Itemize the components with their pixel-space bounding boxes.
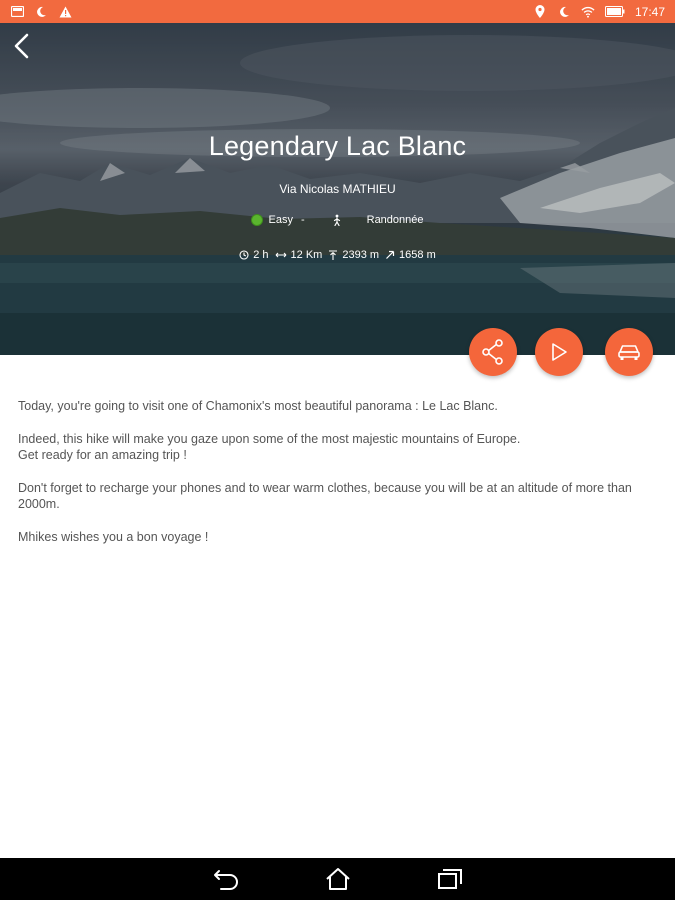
duration-value: 2 h — [253, 249, 269, 261]
recents-icon — [437, 869, 462, 889]
difficulty-label: Easy — [268, 214, 293, 226]
nav-home-button[interactable] — [324, 865, 352, 893]
description-paragraph: Today, you're going to visit one of Cham… — [18, 399, 498, 413]
max-elevation-stat: 2393 m — [328, 249, 379, 261]
activity-tag: Randonnée — [331, 214, 424, 226]
description-paragraph: Mhikes wishes you a bon voyage ! — [18, 529, 209, 544]
trail-title: Legendary Lac Blanc — [208, 131, 467, 161]
hiker-icon — [333, 214, 340, 226]
home-icon — [325, 868, 350, 890]
share-icon — [482, 339, 503, 365]
wifi-icon — [581, 5, 595, 19]
battery-icon — [604, 5, 625, 19]
status-bar: 17:47 — [0, 0, 675, 23]
ascent-arrow-icon — [386, 250, 395, 259]
location-icon — [533, 5, 547, 19]
difficulty-tag: Easy — [251, 214, 293, 226]
duration-stat: 2 h — [239, 249, 269, 261]
distance-stat: 12 Km — [275, 249, 323, 261]
nav-back-button[interactable] — [212, 865, 240, 893]
clock-icon — [239, 250, 249, 260]
chevron-left-icon — [14, 33, 29, 59]
nav-recents-button[interactable] — [436, 865, 464, 893]
trail-description: Today, you're going to visit one of Cham… — [18, 398, 658, 561]
play-button[interactable] — [535, 328, 583, 376]
moon-icon — [34, 5, 48, 19]
trail-author: Via Nicolas MATHIEU — [279, 182, 396, 196]
gallery-icon — [10, 5, 24, 19]
system-nav-bar — [0, 858, 675, 900]
description-paragraph: Indeed, this hike will make you gaze upo… — [18, 431, 521, 463]
moon-icon — [557, 5, 571, 19]
car-button[interactable] — [605, 328, 653, 376]
distance-value: 12 Km — [290, 249, 323, 261]
trail-stats: 2 h 12 Km 2393 m 1658 m — [0, 249, 675, 261]
share-button[interactable] — [469, 328, 517, 376]
difficulty-dot-icon — [251, 214, 264, 226]
warning-icon — [58, 5, 72, 19]
status-time: 17:47 — [634, 4, 665, 19]
elevation-gain-value: 1658 m — [399, 249, 436, 261]
tag-separator: - — [300, 214, 305, 226]
play-icon — [552, 343, 567, 361]
back-icon — [213, 870, 238, 890]
max-elevation-value: 2393 m — [342, 249, 380, 261]
back-button[interactable] — [8, 31, 34, 61]
car-icon — [618, 345, 640, 360]
activity-label: Randonnée — [366, 214, 424, 226]
trail-tags: Easy - Randonnée — [0, 214, 675, 226]
hero-banner: Legendary Lac Blanc Via Nicolas MATHIEU … — [0, 23, 675, 355]
distance-arrows-icon — [275, 252, 286, 258]
elevation-gain-stat: 1658 m — [385, 249, 436, 261]
description-paragraph: Don't forget to recharge your phones and… — [18, 480, 632, 512]
elevation-top-icon — [329, 249, 338, 260]
